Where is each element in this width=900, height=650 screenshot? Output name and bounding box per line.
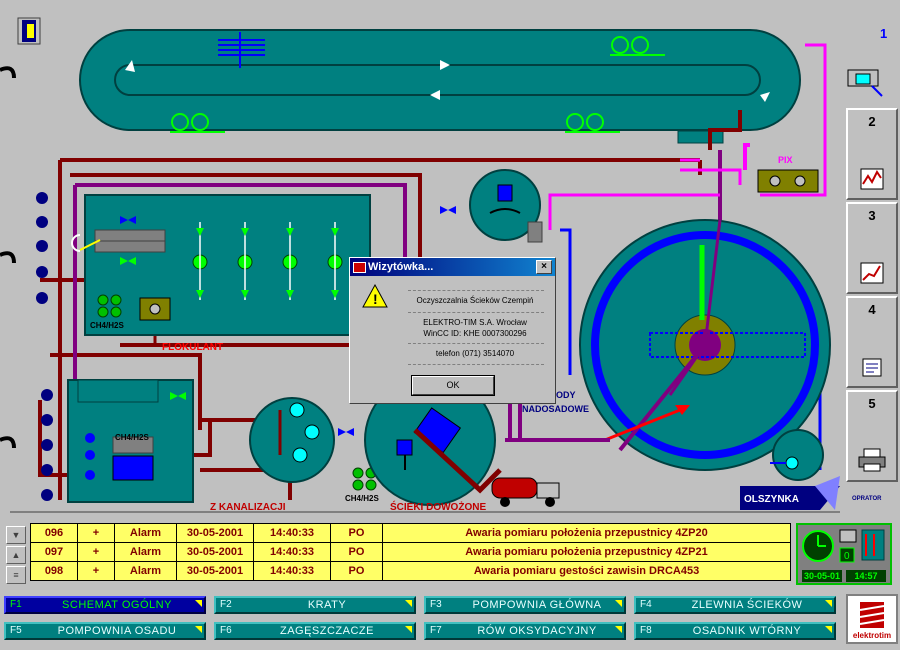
fkey-kraty[interactable]: F2 KRATY (214, 596, 416, 614)
dialog-line-company: Oczyszczalnia Ścieków Czempiń (416, 296, 534, 305)
app-icon (353, 262, 366, 273)
label-ch4-1: CH4/H2S (90, 321, 124, 330)
fkey-osadnik-wtorny[interactable]: F8 OSADNIK WTÓRNY (634, 622, 836, 640)
dialog-titlebar[interactable]: Wizytówka... × (350, 258, 555, 276)
panel-button-3[interactable]: 3 (846, 202, 898, 294)
monitor-icon (839, 529, 857, 543)
label-flokulant: FLOKULANT (162, 342, 223, 353)
printer-icon (858, 448, 886, 472)
fkey-row-oksydacyjny[interactable]: F7 RÓW OKSYDACYJNY (424, 622, 626, 640)
elektrotim-logo: elektrotim (846, 594, 898, 644)
ok-button[interactable]: OK (411, 375, 495, 396)
label-olszynka: OLSZYNKA (744, 494, 799, 505)
dialog-line-id: WinCC ID: KHE 0007300296 (423, 329, 527, 338)
panel-button-5[interactable]: 5 (846, 390, 898, 482)
fkey-pompownia-glowna[interactable]: F3 POMPOWNIA GŁÓWNA (424, 596, 626, 614)
dialog-line-phone: telefon (071) 3514070 (435, 349, 515, 358)
label-ch4-3: CH4/H2S (345, 494, 379, 503)
fkey-zageszczacze[interactable]: F6 ZAGĘSZCZACZE (214, 622, 416, 640)
close-button[interactable]: × (536, 260, 552, 274)
fkey-pompownia-osadu[interactable]: F5 POMPOWNIA OSADU (4, 622, 206, 640)
panel-button-4[interactable]: 4 (846, 296, 898, 388)
alarm-list-button[interactable]: ≡ (6, 566, 26, 584)
panel-button-2[interactable]: 2 (846, 108, 898, 200)
status-time: 14:57 (846, 570, 886, 582)
report-icon (862, 358, 882, 377)
alarm-scroll-button[interactable]: ▲ (6, 546, 26, 564)
warning-icon: ! (362, 284, 388, 308)
label-scieki-dowozone: ŚCIEKI DOWOŻONE (390, 500, 486, 513)
status-date: 30-05-01 (802, 570, 842, 582)
exit-door-icon[interactable] (17, 17, 41, 45)
trend-chart-icon (860, 168, 884, 190)
svg-text:0: 0 (844, 551, 850, 562)
alarm-ack-button[interactable]: ▼ (6, 526, 26, 544)
fkey-schemat-ogolny[interactable]: F1 SCHEMAT OGÓLNY (4, 596, 206, 614)
svg-text:!: ! (373, 291, 378, 307)
label-pix: PIX (778, 155, 793, 165)
line-graph-icon (860, 262, 884, 284)
info-dialog: Wizytówka... × ! Oczyszczalnia Ścieków C… (349, 257, 556, 404)
table-row[interactable]: 097 + Alarm 30-05-2001 14:40:33 PO Awari… (30, 542, 791, 562)
status-icons: 0 (802, 529, 885, 563)
label-ch4-2: CH4/H2S (115, 433, 149, 442)
screen-number: 1 (880, 26, 887, 41)
table-row[interactable]: 096 + Alarm 30-05-2001 14:40:33 PO Awari… (30, 523, 791, 543)
pix-dosing-unit[interactable] (757, 169, 819, 193)
table-row[interactable]: 098 + Alarm 30-05-2001 14:40:33 PO Awari… (30, 561, 791, 581)
dialog-line-vendor: ELEKTRO-TIM S.A. Wrocław (423, 318, 527, 327)
oxidation-ditch[interactable] (79, 29, 801, 144)
alarm-table: 096 + Alarm 30-05-2001 14:40:33 PO Awari… (30, 523, 791, 581)
logo-text: elektrotim (852, 631, 892, 640)
camera-icon[interactable] (847, 69, 883, 97)
status-panel: 0 30-05-01 14:57 (796, 523, 892, 585)
label-nadosadowe: NADOSADOWE (522, 404, 589, 414)
logo-icon (859, 602, 885, 628)
fkey-zlewnia-sciekow[interactable]: F4 ZLEWNIA ŚCIEKÓW (634, 596, 836, 614)
label-oprator: OPRATOR (852, 496, 882, 502)
label-wody: ODY (556, 390, 576, 400)
dialog-title: Wizytówka... (368, 261, 434, 273)
label-z-kanalizacji: Z KANALIZACJI (210, 502, 286, 513)
